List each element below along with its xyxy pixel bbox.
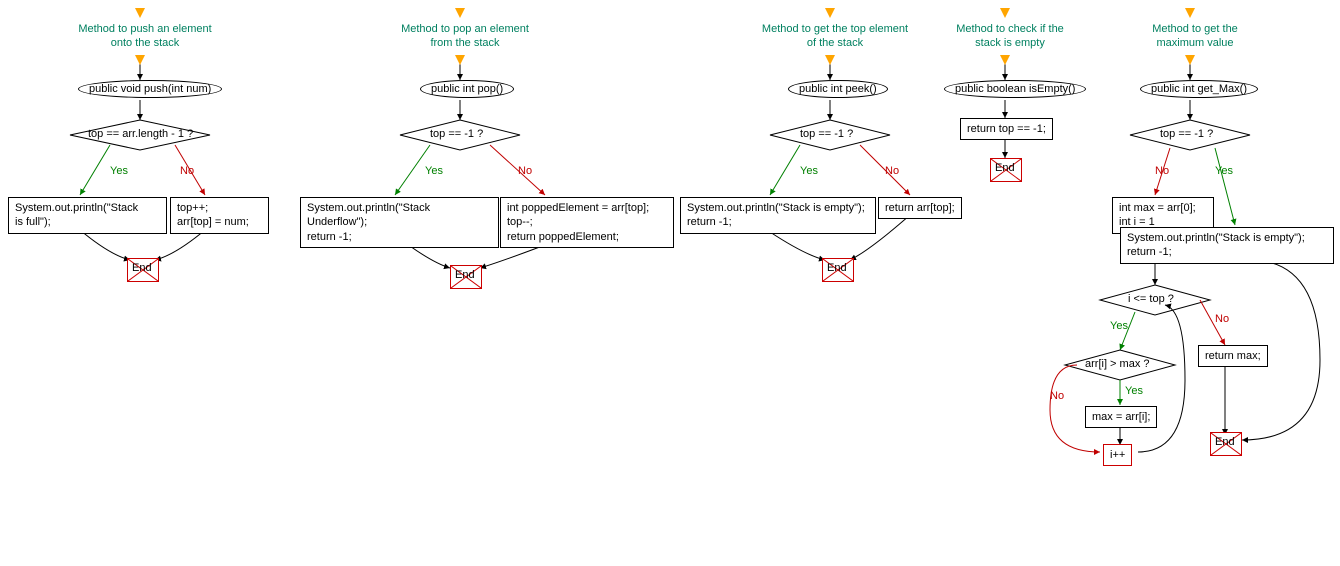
no-label: No	[1155, 165, 1169, 177]
no-process: top++; arr[top] = num;	[170, 197, 269, 234]
entry-arrow-icon	[1000, 8, 1010, 18]
chart-title: Method to get the maximum value	[1135, 22, 1255, 51]
end-label: End	[995, 162, 1015, 174]
end-label: End	[1215, 436, 1235, 448]
arrow-down-icon	[1185, 55, 1195, 65]
start-terminal: public void push(int num)	[78, 80, 222, 98]
decision-condition: top == -1 ?	[1160, 128, 1213, 140]
no-process: return arr[top];	[878, 197, 962, 219]
no-label: No	[1050, 390, 1064, 402]
yes-label: Yes	[800, 165, 818, 177]
arrow-down-icon	[455, 55, 465, 65]
decision-condition: top == -1 ?	[430, 128, 483, 140]
no-process: int poppedElement = arr[top]; top--; ret…	[500, 197, 674, 248]
arrow-down-icon	[135, 55, 145, 65]
yes-process: System.out.println("Stack is full");	[8, 197, 167, 234]
chart-title: Method to check if the stack is empty	[950, 22, 1070, 51]
chart-title: Method to push an element onto the stack	[70, 22, 220, 51]
yes-label: Yes	[1125, 385, 1143, 397]
return-process: return max;	[1198, 345, 1268, 367]
entry-arrow-icon	[455, 8, 465, 18]
start-terminal: public int peek()	[788, 80, 888, 98]
yes-label: Yes	[1110, 320, 1128, 332]
yes-process: System.out.println("Stack Underflow"); r…	[300, 197, 499, 248]
arrow-down-icon	[1000, 55, 1010, 65]
yes-label: Yes	[1215, 165, 1233, 177]
increment-process: i++	[1103, 444, 1132, 466]
end-label: End	[827, 262, 847, 274]
arrow-down-icon	[825, 55, 835, 65]
body-process: return top == -1;	[960, 118, 1053, 140]
no-label: No	[1215, 313, 1229, 325]
no-label: No	[180, 165, 194, 177]
start-terminal: public boolean isEmpty()	[944, 80, 1086, 98]
no-label: No	[518, 165, 532, 177]
chart-title: Method to get the top element of the sta…	[760, 22, 910, 51]
start-terminal: public int pop()	[420, 80, 514, 98]
inner-condition: arr[i] > max ?	[1085, 358, 1150, 370]
yes-process: System.out.println("Stack is empty"); re…	[680, 197, 876, 234]
decision-condition: top == -1 ?	[800, 128, 853, 140]
loop-condition: i <= top ?	[1128, 293, 1174, 305]
start-terminal: public int get_Max()	[1140, 80, 1258, 98]
end-label: End	[455, 269, 475, 281]
entry-arrow-icon	[1185, 8, 1195, 18]
yes-label: Yes	[110, 165, 128, 177]
yes-label: Yes	[425, 165, 443, 177]
assign-process: max = arr[i];	[1085, 406, 1157, 428]
no-label: No	[885, 165, 899, 177]
entry-arrow-icon	[825, 8, 835, 18]
chart-title: Method to pop an element from the stack	[390, 22, 540, 51]
empty-process: System.out.println("Stack is empty"); re…	[1120, 227, 1334, 264]
decision-condition: top == arr.length - 1 ?	[88, 128, 193, 140]
end-label: End	[132, 262, 152, 274]
entry-arrow-icon	[135, 8, 145, 18]
